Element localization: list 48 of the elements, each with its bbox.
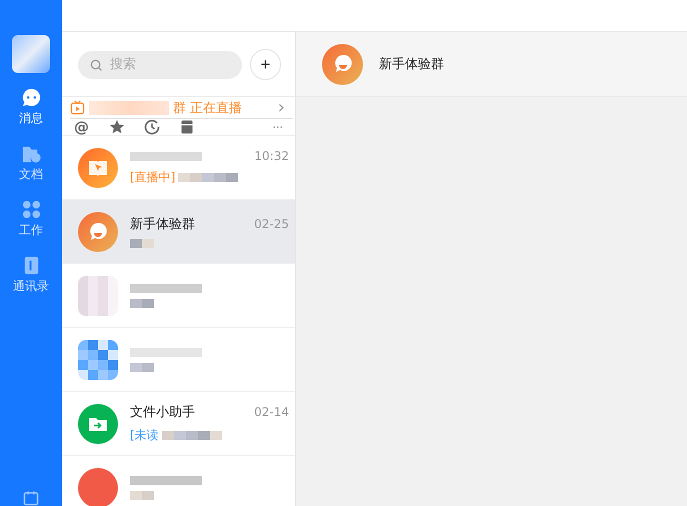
hi-avatar-icon: [322, 44, 363, 84]
arrow-icon: ›: [278, 97, 285, 118]
add-button[interactable]: +: [250, 49, 281, 80]
chat-title: 新手体验群: [379, 56, 444, 73]
avatar-placeholder: [78, 468, 118, 506]
blurred-block: [130, 239, 154, 248]
blurred-block: [130, 348, 202, 356]
blurred-block: [130, 284, 202, 292]
star-icon[interactable]: [109, 119, 125, 135]
chat-time: 02-25: [254, 217, 289, 231]
blurred-block: [130, 476, 202, 484]
blurred-block: [130, 152, 202, 160]
clock-icon[interactable]: [144, 119, 160, 135]
live-banner[interactable]: 群 正在直播 ›: [70, 97, 293, 119]
chat-item[interactable]: 10:32 [直播中]: [62, 136, 295, 200]
search-icon: [90, 58, 103, 72]
chat-status-tag: [直播中]: [130, 169, 176, 186]
chat-status-tag: [未读: [130, 427, 159, 444]
blurred-block: [162, 431, 222, 440]
blurred-avatar: [78, 276, 118, 316]
archive-icon[interactable]: [179, 119, 195, 135]
chat-item[interactable]: 新手体验群 02-25: [62, 200, 295, 264]
avatar-placeholder[interactable]: [12, 35, 50, 73]
calendar-icon[interactable]: [21, 490, 41, 506]
blurred-avatar: [78, 340, 118, 380]
chat-bubble-icon: [20, 87, 42, 108]
blurred-block: [178, 173, 238, 182]
live-text: 群 正在直播: [173, 100, 242, 116]
blurred-block: [130, 490, 154, 500]
chat-item[interactable]: 文件小助手 02-14 [未读: [62, 392, 295, 456]
tv-icon: [70, 100, 85, 115]
mention-button[interactable]: @: [74, 119, 90, 135]
chat-name: 文件小助手: [130, 404, 195, 421]
search-field[interactable]: 搜索: [78, 50, 242, 78]
more-button[interactable]: ···: [272, 120, 283, 134]
chat-time: 10:32: [254, 149, 289, 163]
book-avatar-icon: [78, 148, 118, 188]
nav-item[interactable]: 文档: [19, 143, 43, 183]
blurred-block: [130, 298, 154, 308]
nav-item[interactable]: 消息: [19, 87, 43, 127]
nav-item[interactable]: 工作: [19, 199, 43, 239]
nav-item[interactable]: 通讯录: [13, 255, 49, 295]
blurred-block: [130, 362, 154, 372]
chat-name: 新手体验群: [130, 216, 195, 233]
chat-time: 02-14: [254, 405, 289, 419]
hi-avatar-icon: [78, 212, 118, 252]
folder-avatar-icon: [78, 404, 118, 444]
grid-icon: [20, 199, 42, 220]
